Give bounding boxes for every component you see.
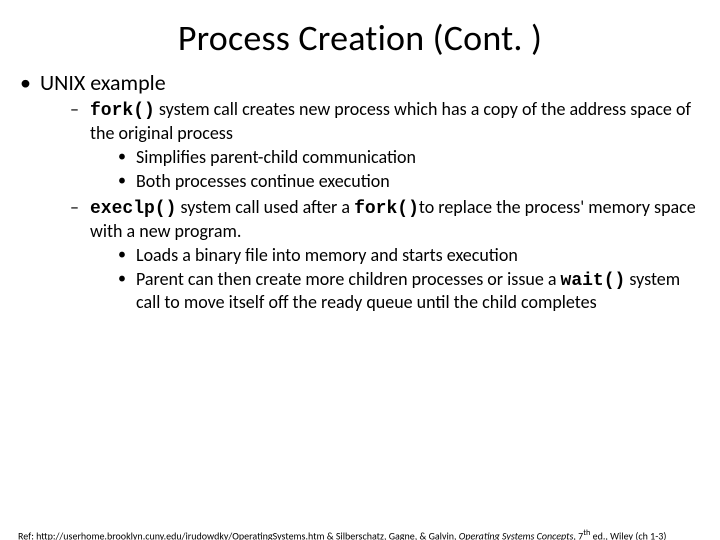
ref-rest-b: , 7 [573,529,583,540]
l3-fork-sub1: Simplifies parent-child communication [118,147,702,169]
ref-label: Ref: [18,529,36,540]
l3-fork-sub2: Both processes continue execution [118,171,702,193]
bullet-list-l1: UNIX example fork() system call creates … [18,70,702,314]
l2-item-fork: fork() system call creates new process w… [70,99,702,193]
fork-text: system call creates new process which ha… [90,98,691,144]
ref-rest-a: & Silberschatz, Gagne, & Galvin, [324,529,458,540]
l1-item-unix: UNIX example fork() system call creates … [18,70,702,314]
code-fork: fork() [90,101,155,121]
exec-text-1: system call used after a [176,196,354,218]
l1-text: UNIX example [40,69,166,96]
footer-ref: Ref: http://userhome.brooklyn.cuny.edu/i… [18,528,702,540]
ref-book: Operating Systems Concepts [459,529,574,540]
code-execlp: execlp() [90,199,176,219]
slide-title: Process Creation (Cont. ) [0,16,720,60]
bullet-list-l2: fork() system call creates new process w… [70,99,702,315]
exec-sub2-a: Parent can then create more children pro… [136,268,561,290]
bullet-list-l3-exec: Loads a binary file into memory and star… [118,245,702,315]
ref-url: http://userhome.brooklyn.cuny.edu/irudow… [36,529,324,540]
code-fork-2: fork() [354,199,419,219]
l3-exec-sub2: Parent can then create more children pro… [118,269,702,315]
slide: Process Creation (Cont. ) UNIX example f… [0,16,720,540]
l3-exec-sub1: Loads a binary file into memory and star… [118,245,702,267]
slide-content: UNIX example fork() system call creates … [0,70,720,314]
code-wait: wait() [561,271,626,291]
ref-rest-c: ed., Wiley (ch 1-3) [590,529,666,540]
bullet-list-l3-fork: Simplifies parent-child communication Bo… [118,147,702,193]
l2-item-exec: execlp() system call used after a fork()… [70,197,702,315]
